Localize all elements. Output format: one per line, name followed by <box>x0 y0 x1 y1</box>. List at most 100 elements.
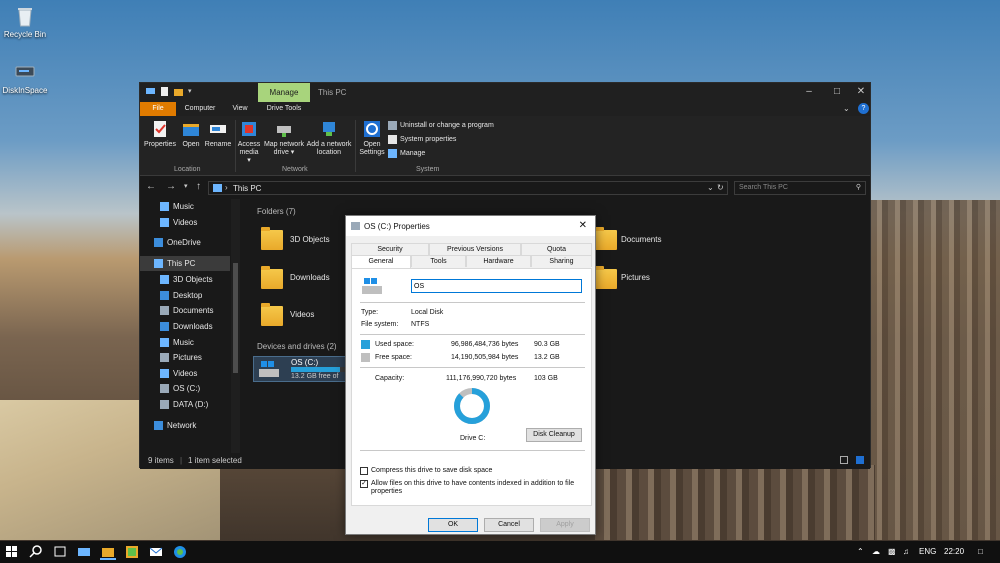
clock[interactable]: 22:20 <box>944 547 964 556</box>
search-icon[interactable]: ⚲ <box>856 182 861 194</box>
map-network-drive-icon <box>275 120 293 138</box>
open-settings-button[interactable]: Open Settings <box>358 120 386 157</box>
ok-button[interactable]: OK <box>428 518 478 532</box>
tab-computer[interactable]: Computer <box>180 102 220 116</box>
sidebar-item-music[interactable]: Music <box>140 199 230 214</box>
up-arrow-icon[interactable]: ↑ <box>196 181 201 192</box>
sidebar-item-pictures[interactable]: Pictures <box>140 350 230 365</box>
tab-general[interactable]: General <box>351 255 411 269</box>
nav-scrollbar[interactable] <box>231 199 240 453</box>
properties-qat-icon[interactable] <box>160 87 169 96</box>
sidebar-item-onedrive[interactable]: OneDrive <box>140 235 230 250</box>
folder-qat-icon[interactable] <box>174 87 183 96</box>
tab-manage[interactable]: Manage <box>258 83 310 102</box>
file-explorer-taskbar-icon[interactable] <box>100 544 116 560</box>
sidebar-item-documents[interactable]: Documents <box>140 303 230 318</box>
photos-taskbar-icon[interactable] <box>124 544 140 560</box>
rename-button[interactable]: Rename <box>203 120 233 149</box>
chevron-down-icon[interactable]: ⌄ <box>707 183 714 192</box>
tab-hardware[interactable]: Hardware <box>466 255 531 267</box>
drive-icon <box>160 400 169 409</box>
system-properties-button[interactable]: System properties <box>388 135 456 144</box>
sidebar-item-label: OneDrive <box>167 238 201 247</box>
large-icons-view-icon[interactable] <box>856 456 864 464</box>
breadcrumb-separator: › <box>225 183 228 192</box>
drive-item-os-c[interactable]: OS (C:) 13.2 GB free of <box>253 356 347 382</box>
details-view-icon[interactable] <box>840 456 848 464</box>
network-tray-icon[interactable]: ▩ <box>888 547 896 556</box>
sidebar-item-desktop[interactable]: Desktop <box>140 288 230 303</box>
uninstall-program-button[interactable]: Uninstall or change a program <box>388 121 494 130</box>
chevron-up-icon[interactable]: ⌃ <box>857 547 864 556</box>
mail-taskbar-icon[interactable] <box>148 544 164 560</box>
ribbon-collapse-icon[interactable]: ⌄ <box>843 104 850 113</box>
tab-tools[interactable]: Tools <box>411 255 466 267</box>
tab-file[interactable]: File <box>140 102 176 116</box>
folder-item-3d-objects[interactable]: 3D Objects <box>290 235 330 244</box>
sidebar-item-videos[interactable]: Videos <box>140 215 230 230</box>
sidebar-item-network[interactable]: Network <box>140 418 230 433</box>
add-network-location-button[interactable]: Add a network location <box>306 120 352 157</box>
manage-button[interactable]: Manage <box>388 149 425 158</box>
taskbar: ⌃ ☁ ▩ ♫ ENG 22:20 □ <box>0 541 1000 563</box>
close-icon[interactable]: ✕ <box>579 220 587 231</box>
edge-taskbar-icon[interactable] <box>172 544 188 560</box>
desktop-icon-recycle-bin[interactable]: Recycle Bin <box>0 4 53 39</box>
desktop-icon-diskinspace[interactable]: DiskInSpace <box>0 60 53 95</box>
apply-button[interactable]: Apply <box>540 518 590 532</box>
folders-section-header[interactable]: Folders (7) <box>257 207 296 216</box>
sidebar-item-this-pc[interactable]: This PC <box>140 256 230 271</box>
chevron-down-icon[interactable]: ▾ <box>188 87 197 96</box>
sidebar-item-label: Documents <box>173 306 214 315</box>
folder-item-videos[interactable]: Videos <box>290 310 314 319</box>
sidebar-item-data-d[interactable]: DATA (D:) <box>140 397 230 412</box>
pictures-icon <box>160 353 169 362</box>
folder-item-downloads[interactable]: Downloads <box>290 273 330 282</box>
drive-name-field[interactable] <box>411 279 582 293</box>
tab-drive-tools[interactable]: Drive Tools <box>260 102 308 116</box>
help-icon[interactable]: ? <box>858 103 869 114</box>
nav-scrollbar-thumb[interactable] <box>233 263 238 373</box>
close-button[interactable]: ✕ <box>847 86 875 97</box>
notifications-icon[interactable]: □ <box>978 547 983 556</box>
folder-item-documents[interactable]: Documents <box>621 235 661 244</box>
tab-previous-versions[interactable]: Previous Versions <box>429 243 521 255</box>
forward-arrow-icon[interactable]: → <box>166 181 176 192</box>
sidebar-item-music[interactable]: Music <box>140 335 230 350</box>
sidebar-item-os-c[interactable]: OS (C:) <box>140 381 230 396</box>
properties-button[interactable]: Properties <box>143 120 177 149</box>
tab-security[interactable]: Security <box>351 243 429 255</box>
index-contents-checkbox[interactable]: ✓ <box>360 480 368 488</box>
sidebar-item-3d-objects[interactable]: 3D Objects <box>140 272 230 287</box>
cancel-button[interactable]: Cancel <box>484 518 534 532</box>
search-icon[interactable] <box>28 544 44 560</box>
minimize-button[interactable]: – <box>795 86 823 97</box>
disk-cleanup-button[interactable]: Disk Cleanup <box>526 428 582 442</box>
open-button[interactable]: Open <box>178 120 204 149</box>
refresh-icon[interactable]: ↻ <box>717 183 724 192</box>
this-pc-taskbar-icon[interactable] <box>76 544 92 560</box>
onedrive-tray-icon[interactable]: ☁ <box>872 547 880 556</box>
search-input[interactable]: Search This PC ⚲ <box>734 181 866 195</box>
devices-section-header[interactable]: Devices and drives (2) <box>257 342 337 351</box>
access-media-button[interactable]: Access media ▾ <box>237 120 261 165</box>
volume-icon[interactable]: ♫ <box>903 547 909 556</box>
tab-sharing[interactable]: Sharing <box>531 255 592 267</box>
system-properties-label: System properties <box>400 136 457 143</box>
map-network-drive-button[interactable]: Map network drive ▾ <box>262 120 306 157</box>
tab-view[interactable]: View <box>226 102 254 116</box>
status-separator: | <box>180 456 183 465</box>
dialog-title: OS (C:) Properties <box>364 222 430 231</box>
sidebar-item-videos[interactable]: Videos <box>140 366 230 381</box>
back-arrow-icon[interactable]: ← <box>146 181 156 192</box>
language-indicator[interactable]: ENG <box>919 547 936 556</box>
recent-locations-icon[interactable]: ▾ <box>184 182 188 190</box>
sidebar-item-downloads[interactable]: Downloads <box>140 319 230 334</box>
task-view-icon[interactable] <box>52 544 68 560</box>
tab-quota[interactable]: Quota <box>521 243 592 255</box>
folder-item-pictures[interactable]: Pictures <box>621 273 650 282</box>
address-bar[interactable]: › This PC ⌄ ↻ <box>208 181 728 195</box>
disk-usage-donut <box>454 388 490 424</box>
start-button[interactable] <box>4 544 20 560</box>
compress-drive-checkbox[interactable] <box>360 467 368 475</box>
